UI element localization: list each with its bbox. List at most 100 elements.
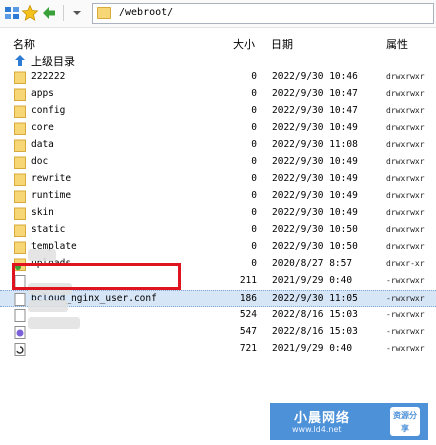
column-date[interactable]: 日期	[271, 36, 293, 52]
file-row[interactable]: 222222 0 2022/9/30 10:46 drwxrwxr	[0, 69, 436, 86]
file-date: 2022/9/30 11:08	[272, 139, 358, 150]
redacted-filename	[28, 300, 68, 312]
file-date: 2022/9/30 10:49	[272, 173, 358, 184]
file-row[interactable]: 721 2021/9/29 0:40 -rwxrwxr	[0, 341, 436, 358]
php-file-icon	[14, 326, 26, 339]
file-row[interactable]: apps 0 2022/9/30 10:47 drwxrwxr	[0, 86, 436, 103]
parent-dir-row[interactable]: 上级目录	[0, 52, 436, 69]
file-size: 186	[239, 293, 257, 304]
watermark-url: www.ld4.net	[292, 425, 342, 434]
file-icon	[14, 293, 26, 306]
file-row[interactable]: static 0 2022/9/30 10:50 drwxrwxr	[0, 222, 436, 239]
file-size: 0	[251, 88, 257, 99]
file-name: rewrite	[31, 173, 72, 184]
file-row[interactable]: template 0 2022/9/30 10:50 drwxrwxr	[0, 239, 436, 256]
watermark-logo: 小晨网络 www.ld4.net 资源分享	[270, 403, 428, 440]
file-size: 0	[251, 105, 257, 116]
file-size: 0	[251, 139, 257, 150]
file-perm: -rwxrwxr	[386, 310, 425, 319]
favorite-star-icon[interactable]	[21, 4, 39, 22]
file-row[interactable]: doc 0 2022/9/30 10:49 drwxrwxr	[0, 154, 436, 171]
file-date: 2022/8/16 15:03	[272, 309, 358, 320]
file-date: 2022/8/16 15:03	[272, 326, 358, 337]
file-size: 0	[251, 156, 257, 167]
file-perm: drwxrwxr	[386, 123, 425, 132]
file-name: data	[31, 139, 54, 150]
file-size: 0	[251, 122, 257, 133]
file-perm: drwxrwxr	[386, 208, 425, 217]
back-arrow-icon[interactable]	[40, 4, 58, 22]
folder-icon	[14, 105, 26, 118]
file-perm: -rwxrwxr	[386, 344, 425, 353]
folder-icon	[14, 173, 26, 186]
file-row[interactable]: data 0 2022/9/30 11:08 drwxrwxr	[0, 137, 436, 154]
file-perm: drwxrwxr	[386, 140, 425, 149]
toolbar: /webroot/	[0, 0, 436, 28]
file-size: 211	[239, 275, 257, 286]
file-date: 2021/9/29 0:40	[272, 275, 353, 286]
file-size: 0	[251, 71, 257, 82]
file-perm: -rwxrwxr	[386, 294, 425, 303]
parent-dir-label: 上级目录	[31, 55, 75, 68]
file-date: 2022/9/30 10:49	[272, 122, 358, 133]
file-size: 0	[251, 207, 257, 218]
column-header: 名称 大小 日期 属性	[0, 34, 436, 52]
file-perm: drwxrwxr	[386, 106, 425, 115]
up-arrow-icon	[15, 55, 25, 66]
folder-icon	[14, 207, 26, 220]
file-date: 2022/9/30 10:47	[272, 88, 358, 99]
column-attr[interactable]: 属性	[386, 36, 408, 52]
file-perm: -rwxrwxr	[386, 327, 425, 336]
folder-icon	[14, 88, 26, 101]
file-name: core	[31, 122, 54, 133]
folder-icon	[14, 224, 26, 237]
file-date: 2021/9/29 0:40	[272, 343, 353, 354]
file-row[interactable]: runtime 0 2022/9/30 10:49 drwxrwxr	[0, 188, 436, 205]
toolbar-divider	[63, 5, 64, 21]
file-date: 2022/9/30 10:49	[272, 190, 358, 201]
file-size: 547	[239, 326, 257, 337]
address-bar[interactable]: /webroot/	[92, 3, 434, 24]
file-icon	[14, 309, 26, 322]
file-date: 2022/9/30 10:49	[272, 156, 358, 167]
file-row[interactable]: core 0 2022/9/30 10:49 drwxrwxr	[0, 120, 436, 137]
file-row[interactable]: config 0 2022/9/30 10:47 drwxrwxr	[0, 103, 436, 120]
file-perm: drwxrwxr	[386, 89, 425, 98]
file-date: 2022/9/30 10:50	[272, 224, 358, 235]
watermark-badge: 资源分享	[390, 407, 420, 436]
file-perm: drwxrwxr	[386, 225, 425, 234]
file-date: 2022/9/30 10:46	[272, 71, 358, 82]
file-row[interactable]: skin 0 2022/9/30 10:49 drwxrwxr	[0, 205, 436, 222]
file-size: 0	[251, 241, 257, 252]
folder-icon	[14, 156, 26, 169]
dropdown-arrow-icon[interactable]	[68, 4, 86, 22]
file-perm: drwxrwxr	[386, 242, 425, 251]
file-perm: -rwxrwxr	[386, 276, 425, 285]
file-size: 0	[251, 190, 257, 201]
file-perm: drwxrwxr	[386, 191, 425, 200]
file-date: 2022/9/30 10:49	[272, 207, 358, 218]
file-name: doc	[31, 156, 49, 167]
column-size[interactable]: 大小	[233, 36, 255, 52]
settings-icon[interactable]	[3, 4, 21, 22]
file-date: 2022/9/30 10:47	[272, 105, 358, 116]
file-perm: drwxr-xr	[386, 259, 425, 268]
folder-icon	[14, 139, 26, 152]
folder-icon	[14, 190, 26, 203]
script-file-icon	[14, 343, 26, 356]
file-name: skin	[31, 207, 54, 218]
file-perm: drwxrwxr	[386, 157, 425, 166]
file-size: 0	[251, 224, 257, 235]
file-perm: drwxrwxr	[386, 72, 425, 81]
file-name: static	[31, 224, 66, 235]
file-date: 2022/9/30 10:50	[272, 241, 358, 252]
folder-icon	[14, 122, 26, 135]
column-name[interactable]: 名称	[13, 36, 35, 52]
file-size: 524	[239, 309, 257, 320]
redacted-filename	[28, 317, 80, 329]
file-name: config	[31, 105, 66, 116]
file-row[interactable]: rewrite 0 2022/9/30 10:49 drwxrwxr	[0, 171, 436, 188]
address-path: /webroot/	[119, 7, 174, 18]
highlight-box	[12, 263, 181, 290]
file-size: 0	[251, 258, 257, 269]
